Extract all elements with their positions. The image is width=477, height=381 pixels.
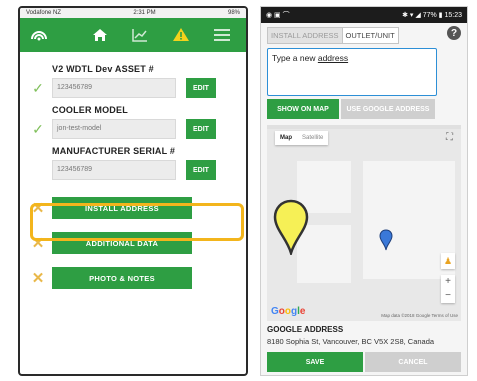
check-placeholder: ✓ bbox=[28, 162, 48, 179]
status-time: 2:31 PM bbox=[133, 10, 156, 16]
tab-install-address[interactable]: INSTALL ADDRESS bbox=[267, 26, 343, 44]
zoom-out-button[interactable]: − bbox=[441, 289, 455, 303]
field-row-model: ✓ jon-test-model EDIT bbox=[28, 118, 238, 140]
edit-serial-button[interactable]: EDIT bbox=[186, 160, 216, 180]
street-view-pegman-icon[interactable]: ♟ bbox=[441, 253, 455, 269]
chart-icon[interactable] bbox=[132, 28, 148, 45]
field-label-model: COOLER MODEL bbox=[52, 105, 128, 115]
app-toolbar bbox=[20, 18, 246, 52]
map-road bbox=[267, 125, 461, 129]
address-input[interactable]: Type a new address bbox=[267, 48, 437, 96]
asset-form: V2 WDTL Dev ASSET # ✓ 123456789 EDIT COO… bbox=[20, 52, 246, 297]
map-view[interactable]: Map Satellite ⛶ ♟ + − Google Map data ©2… bbox=[267, 125, 461, 321]
save-button[interactable]: SAVE bbox=[267, 352, 363, 372]
map-credit[interactable]: Map data ©2018 Google Terms of Use bbox=[381, 313, 458, 318]
edit-asset-button[interactable]: EDIT bbox=[186, 78, 216, 98]
google-logo: Google bbox=[271, 306, 306, 317]
edit-model-button[interactable]: EDIT bbox=[186, 119, 216, 139]
field-row-serial: ✓ 123456789 EDIT bbox=[28, 159, 238, 181]
status-right: ✱ ▾ ◢ 77% ▮ 15:23 bbox=[402, 12, 462, 19]
show-on-map-button[interactable]: SHOW ON MAP bbox=[267, 99, 339, 119]
home-icon[interactable] bbox=[92, 28, 108, 45]
field-label-serial: MANUFACTURER SERIAL # bbox=[52, 146, 176, 156]
yellow-pin-icon[interactable] bbox=[273, 199, 309, 260]
use-google-address-button[interactable]: USE GOOGLE ADDRESS bbox=[341, 99, 435, 119]
right-phone-screen: ◉ ▣ ⌒ ✱ ▾ ◢ 77% ▮ 15:23 INSTALL ADDRESS … bbox=[260, 6, 468, 376]
photo-notes-button[interactable]: PHOTO & NOTES bbox=[52, 267, 192, 289]
signal-logo-icon[interactable] bbox=[30, 27, 48, 46]
left-phone-screen: Vodafone NZ 2:31 PM 98% V2 WDTL Dev ASSE… bbox=[18, 6, 248, 376]
map-button-row: SHOW ON MAP USE GOOGLE ADDRESS bbox=[267, 99, 461, 119]
battery-level: 77% bbox=[422, 12, 437, 19]
menu-icon[interactable] bbox=[214, 29, 230, 44]
asset-number-field[interactable]: 123456789 bbox=[52, 78, 176, 98]
warning-icon[interactable] bbox=[172, 27, 190, 45]
serial-number-field[interactable]: 123456789 bbox=[52, 160, 176, 180]
action-row-photo: ✕ PHOTO & NOTES bbox=[28, 265, 238, 291]
incomplete-x-icon: ✕ bbox=[31, 270, 45, 287]
bottom-button-row: SAVE CANCEL bbox=[267, 352, 461, 372]
cooler-model-field[interactable]: jon-test-model bbox=[52, 119, 176, 139]
zoom-controls: + − bbox=[441, 275, 455, 303]
cancel-button[interactable]: CANCEL bbox=[365, 352, 461, 372]
notification-icons: ◉ ▣ ⌒ bbox=[266, 12, 290, 19]
blue-pin-icon[interactable] bbox=[379, 229, 393, 256]
map-type-map[interactable]: Map bbox=[275, 131, 297, 145]
zoom-in-button[interactable]: + bbox=[441, 275, 455, 289]
status-bar-android: ◉ ▣ ⌒ ✱ ▾ ◢ 77% ▮ 15:23 bbox=[261, 7, 467, 23]
help-icon[interactable]: ? bbox=[447, 26, 461, 40]
address-input-underlined: address bbox=[317, 53, 349, 63]
status-bar: Vodafone NZ 2:31 PM 98% bbox=[20, 8, 246, 18]
carrier: Vodafone NZ bbox=[26, 10, 62, 16]
google-address-title: GOOGLE ADDRESS bbox=[267, 325, 344, 334]
map-type-toggle: Map Satellite bbox=[275, 131, 329, 145]
install-address-highlight bbox=[30, 203, 244, 241]
status-time: 15:23 bbox=[444, 12, 462, 19]
battery-level: 98% bbox=[227, 10, 240, 16]
address-input-text: Type a new bbox=[272, 53, 318, 63]
map-type-satellite[interactable]: Satellite bbox=[297, 131, 328, 145]
tab-outlet-unit[interactable]: OUTLET/UNIT bbox=[342, 26, 399, 44]
check-icon: ✓ bbox=[32, 79, 44, 96]
check-icon: ✓ bbox=[32, 120, 44, 137]
address-tabs: INSTALL ADDRESS OUTLET/UNIT ? bbox=[261, 26, 467, 44]
field-label-asset: V2 WDTL Dev ASSET # bbox=[52, 64, 154, 74]
fullscreen-icon[interactable]: ⛶ bbox=[446, 132, 453, 143]
field-row-asset: ✓ 123456789 EDIT bbox=[28, 77, 238, 99]
google-address-value: 8180 Sophia St, Vancouver, BC V5X 2S8, C… bbox=[267, 337, 435, 346]
